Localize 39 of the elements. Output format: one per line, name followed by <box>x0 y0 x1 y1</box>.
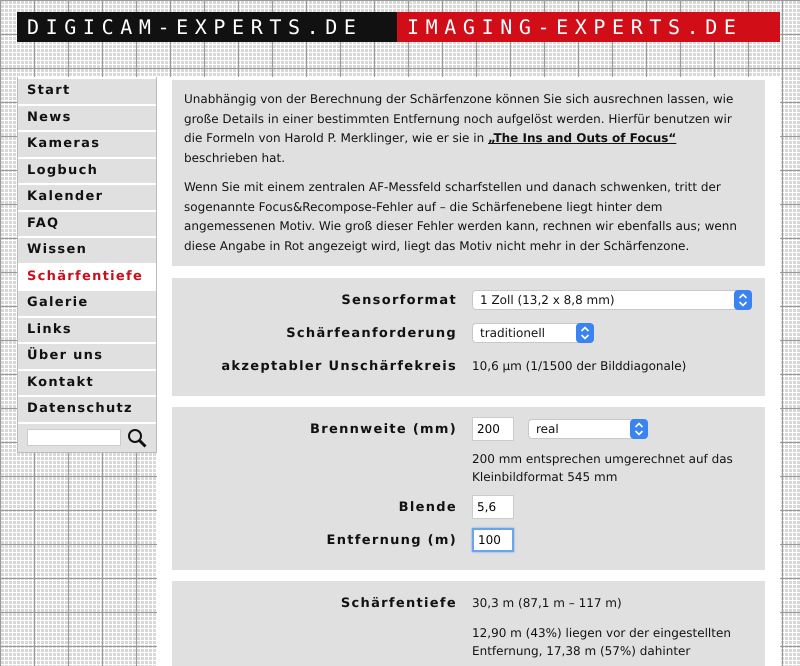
input-field[interactable]: 200 <box>472 417 514 441</box>
dropdown[interactable]: 1 Zoll (13,2 x 8,8 mm) <box>472 290 752 310</box>
field-label: Brennweite (mm) <box>309 422 457 436</box>
intro-paragraph: Unabhängig von der Berechnung der Schärfenzone können Sie sich ausrechnen lassen, wie große Details in einer bestimmten Entfernung noch aufgelöst werden. Hierfür benutzen wir die Formeln von Harold P. Merklinger, wie er sie in „The Ins and Outs of Focus“ beschrieben hat. <box>184 91 734 166</box>
intro-paragraph: Wenn Sie mit einem zentralen AF-Messfeld scharfstellen und danach schwenken, tritt der sogenannte Focus&Recompose-Fehler auf – die Schärfenebene liegt hinter dem angemessenen Motiv. Wie groß dieser Fehler werden kann, rechnen wir ebenfalls aus; wenn diese Angabe in Rot angezeigt wird, liegt das Motiv nicht mehr in der Schärfenzone. <box>184 179 738 254</box>
field-label: Schärfentiefe <box>340 596 457 610</box>
field-label: akzeptabler Unschärfekreis <box>220 358 457 374</box>
input-field[interactable]: 100 <box>472 528 514 552</box>
nav-item[interactable]: Über uns <box>18 342 156 368</box>
dropdown-icon <box>734 290 752 310</box>
article-link[interactable]: „The Ins and Outs of Focus“ <box>488 131 676 145</box>
nav-item[interactable]: Wissen <box>18 236 156 262</box>
nav-item[interactable]: Start <box>18 77 156 104</box>
dropdown-icon <box>630 419 648 439</box>
result-note: 200 mm entsprechen umgerechnet auf das Kleinbildformat 545 mm <box>472 451 734 486</box>
input-field[interactable]: 5,6 <box>472 495 514 519</box>
nav-item[interactable]: Kameras <box>18 130 156 156</box>
nav-item[interactable]: FAQ <box>18 210 156 236</box>
nav-item[interactable]: Links <box>18 316 156 342</box>
result-note: 12,90 m (43%) liegen vor der eingestellten Entfernung, 17,38 m (57%) dahinter <box>472 625 732 660</box>
nav-item[interactable]: News <box>18 104 156 130</box>
field-label: Entfernung (m) <box>326 532 457 548</box>
dropdown[interactable]: real <box>528 419 648 439</box>
site-logo[interactable]: IMAGING-EXPERTS.DE <box>397 12 780 42</box>
field-label: Schärfeanforderung <box>285 326 457 340</box>
nav-item[interactable]: Logbuch <box>18 156 156 183</box>
site-logo[interactable]: DIGICAM-EXPERTS.DE <box>17 12 397 42</box>
dropdown-icon <box>576 323 594 343</box>
nav-item[interactable]: Galerie <box>18 289 156 316</box>
search-icon[interactable] <box>127 428 147 448</box>
nav-item[interactable]: Kalender <box>18 183 156 210</box>
nav-item[interactable]: Datenschutz <box>18 395 156 422</box>
field-label: Blende <box>398 500 457 514</box>
search-field[interactable] <box>27 429 121 446</box>
result-value: 10,6 µm (1/1500 der Bilddiagonale) <box>472 358 688 375</box>
nav-item[interactable]: Kontakt <box>18 368 156 395</box>
dropdown[interactable]: traditionell <box>472 323 594 343</box>
field-label: Sensorformat <box>340 292 457 308</box>
result-value: 30,3 m (87,1 m – 117 m) <box>472 595 623 612</box>
